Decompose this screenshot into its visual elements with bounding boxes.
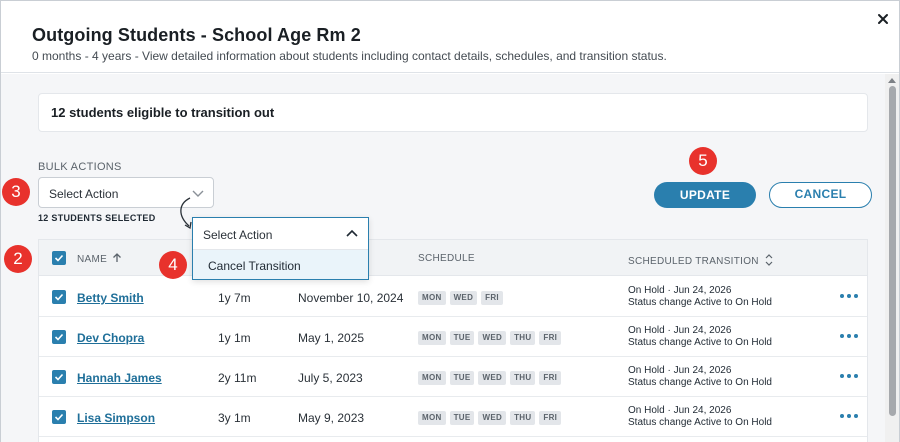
dropdown-value: Select Action (203, 228, 273, 242)
day-chip: FRI (481, 291, 503, 305)
modal-subtitle: 0 months - 4 years - View detailed infor… (32, 49, 667, 63)
bulk-action-select-value: Select Action (49, 187, 119, 201)
sort-icon (765, 254, 773, 266)
dropdown-option-label: Cancel Transition (208, 259, 301, 273)
day-chip: WED (478, 331, 507, 345)
student-name-link[interactable]: Hannah James (77, 371, 162, 385)
step-badge-3: 3 (2, 178, 30, 206)
scroll-up-icon[interactable] (888, 77, 896, 83)
cancel-button[interactable]: CANCEL (769, 182, 872, 208)
table-row: Dev Chopra 1y 1m May 1, 2025 MON TUE WED… (39, 317, 867, 357)
more-options-icon[interactable] (839, 289, 859, 303)
transition-line1: On Hold · Jun 24, 2026 (628, 405, 732, 416)
schedule-days: MON TUE WED THU FRI (418, 371, 562, 385)
check-icon (54, 333, 64, 341)
student-age: 1y 7m (218, 291, 251, 305)
day-chip: TUE (449, 371, 475, 385)
more-options-icon[interactable] (839, 369, 859, 383)
check-icon (54, 293, 64, 301)
scroll-thumb[interactable] (889, 86, 896, 416)
transition-line1: On Hold · Jun 24, 2026 (628, 285, 732, 296)
day-chip: MON (418, 331, 446, 345)
transition-line1: On Hold · Jun 24, 2026 (628, 325, 732, 336)
student-name-link[interactable]: Dev Chopra (77, 331, 144, 345)
eligible-text: 12 students eligible to transition out (51, 105, 275, 120)
day-chip: WED (478, 371, 507, 385)
modal-header: Outgoing Students - School Age Rm 2 0 mo… (1, 1, 899, 73)
transition-line2: Status change Active to On Hold (628, 337, 772, 348)
schedule-days: MON TUE WED THU FRI (418, 411, 562, 425)
scrollbar[interactable] (885, 74, 899, 442)
day-chip: THU (510, 371, 536, 385)
update-button[interactable]: UPDATE (654, 182, 756, 208)
check-icon (54, 254, 64, 262)
transition-line2: Status change Active to On Hold (628, 417, 772, 428)
day-chip: TUE (449, 411, 475, 425)
check-icon (54, 413, 64, 421)
day-chip: WED (449, 291, 478, 305)
day-chip: WED (478, 411, 507, 425)
row-checkbox[interactable] (52, 410, 66, 424)
day-chip: THU (510, 331, 536, 345)
selected-count: 12 STUDENTS SELECTED (38, 213, 156, 223)
student-age: 3y 1m (218, 411, 251, 425)
schedule-days: MON WED FRI (418, 291, 503, 305)
eligible-summary: 12 students eligible to transition out (38, 93, 868, 132)
table-row: Lisa Simpson 3y 1m May 9, 2023 MON TUE W… (39, 397, 867, 437)
row-checkbox[interactable] (52, 290, 66, 304)
chevron-up-icon (346, 229, 358, 237)
step-badge-5: 5 (689, 147, 717, 175)
arrow-up-icon (113, 253, 122, 262)
header-name[interactable]: NAME (77, 253, 122, 265)
bulk-action-dropdown-open[interactable]: Select Action Cancel Transition (192, 217, 369, 280)
student-date: May 1, 2025 (298, 331, 365, 345)
day-chip: FRI (539, 371, 562, 385)
table-row: Hannah James 2y 11m July 5, 2023 MON TUE… (39, 357, 867, 397)
student-age: 2y 11m (218, 371, 257, 385)
more-options-icon[interactable] (839, 409, 859, 423)
student-name-link[interactable]: Lisa Simpson (77, 411, 155, 425)
row-checkbox[interactable] (52, 330, 66, 344)
dropdown-header[interactable]: Select Action (193, 218, 368, 250)
student-date: May 9, 2023 (298, 411, 365, 425)
step-badge-4: 4 (159, 251, 187, 279)
close-icon (878, 14, 888, 24)
day-chip: TUE (449, 331, 475, 345)
header-schedule: SCHEDULE (418, 253, 475, 264)
day-chip: THU (510, 411, 536, 425)
modal-title: Outgoing Students - School Age Rm 2 (32, 25, 361, 45)
day-chip: FRI (539, 411, 562, 425)
day-chip: MON (418, 411, 446, 425)
select-all-checkbox[interactable] (52, 251, 66, 265)
more-options-icon[interactable] (839, 329, 859, 343)
dropdown-option-cancel-transition[interactable]: Cancel Transition (193, 250, 368, 279)
check-icon (54, 373, 64, 381)
day-chip: FRI (539, 331, 562, 345)
student-name-link[interactable]: Betty Smith (77, 291, 144, 305)
transition-line1: On Hold · Jun 24, 2026 (628, 365, 732, 376)
step-badge-2: 2 (4, 245, 32, 273)
transition-line2: Status change Active to On Hold (628, 377, 772, 388)
student-date: November 10, 2024 (298, 291, 404, 305)
day-chip: MON (418, 371, 446, 385)
student-age: 1y 1m (218, 331, 251, 345)
outgoing-students-modal: Outgoing Students - School Age Rm 2 0 mo… (0, 0, 900, 442)
close-button[interactable] (874, 10, 892, 28)
header-transition-label: SCHEDULED TRANSITION (628, 256, 759, 267)
header-transition[interactable]: SCHEDULED TRANSITION (628, 253, 774, 267)
row-checkbox[interactable] (52, 370, 66, 384)
transition-line2: Status change Active to On Hold (628, 297, 772, 308)
schedule-days: MON TUE WED THU FRI (418, 331, 562, 345)
bulk-actions-label: BULK ACTIONS (38, 161, 122, 173)
student-date: July 5, 2023 (298, 371, 363, 385)
modal-body: 12 students eligible to transition out B… (1, 74, 885, 442)
table-row: Betty Smith 1y 7m November 10, 2024 MON … (39, 277, 867, 317)
header-name-label: NAME (77, 254, 108, 265)
day-chip: MON (418, 291, 446, 305)
